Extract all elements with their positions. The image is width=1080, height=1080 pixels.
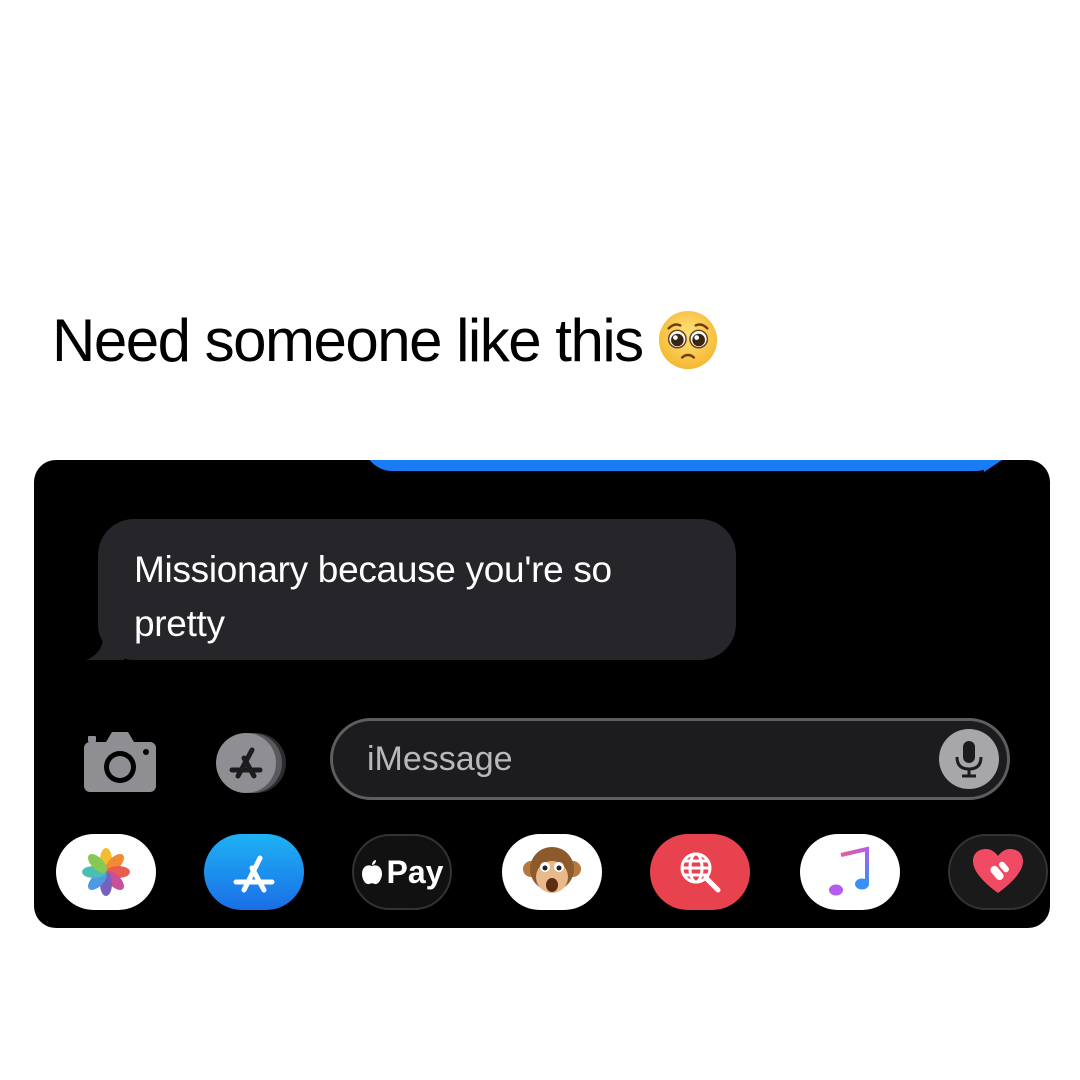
apple-pay-text: Pay bbox=[386, 853, 444, 890]
microphone-button[interactable] bbox=[939, 729, 999, 789]
microphone-icon bbox=[955, 741, 983, 778]
app-photos-button[interactable] bbox=[56, 834, 156, 910]
app-store-button[interactable] bbox=[204, 834, 304, 910]
apple-pay-label: Pay bbox=[361, 853, 444, 891]
globe-search-icon bbox=[680, 852, 721, 893]
app-store-icon bbox=[233, 855, 275, 893]
pleading-face-emoji bbox=[658, 310, 717, 370]
caption-text: Need someone like this bbox=[52, 306, 644, 374]
camera-button[interactable] bbox=[82, 728, 158, 794]
photos-icon bbox=[82, 848, 130, 896]
music-button[interactable] bbox=[800, 834, 900, 910]
camera-icon bbox=[84, 732, 156, 792]
received-bubble-tail bbox=[86, 628, 124, 660]
animoji-button[interactable] bbox=[502, 834, 602, 910]
caption: Need someone like this bbox=[52, 300, 719, 380]
imessage-screen: Missionary because you're so pretty iMes… bbox=[34, 460, 1050, 928]
sent-bubble-tail bbox=[984, 460, 1002, 472]
sent-message-bubble bbox=[364, 460, 1004, 471]
apple-icon bbox=[361, 860, 382, 885]
app-drawer: Pay bbox=[34, 832, 1050, 912]
received-message-text: Missionary because you're so pretty bbox=[134, 549, 612, 644]
music-note-icon bbox=[829, 846, 869, 896]
app-store-icon bbox=[216, 733, 286, 793]
digital-touch-button[interactable] bbox=[948, 834, 1048, 910]
heart-touch-icon bbox=[973, 849, 1023, 893]
image-search-button[interactable] bbox=[650, 834, 750, 910]
composer-row bbox=[34, 710, 1050, 806]
message-input-field[interactable] bbox=[330, 718, 1010, 800]
received-message-bubble: Missionary because you're so pretty bbox=[98, 519, 736, 660]
monkey-animoji-icon bbox=[523, 847, 581, 893]
message-input[interactable] bbox=[367, 721, 927, 797]
apps-button[interactable] bbox=[204, 730, 296, 796]
apple-pay-button[interactable]: Pay bbox=[352, 834, 452, 910]
